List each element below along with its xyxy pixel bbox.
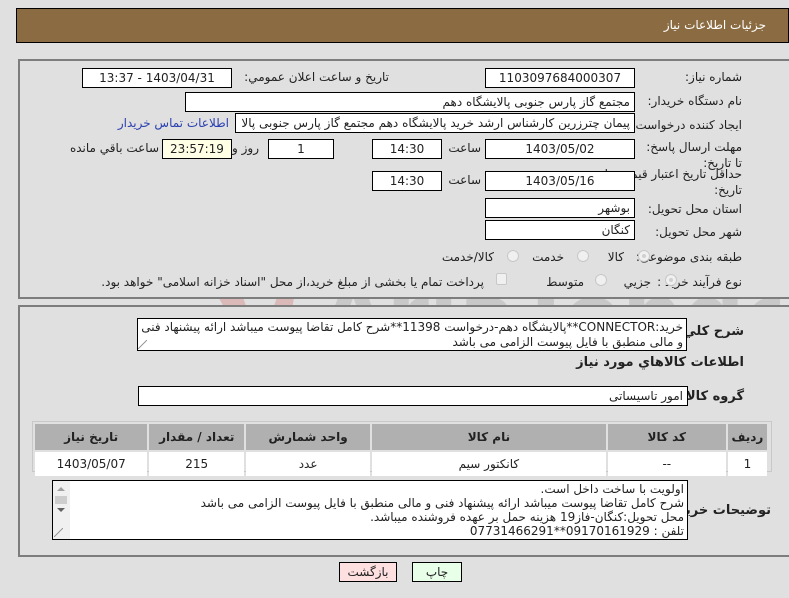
province-label: استان محل تحويل:	[647, 202, 742, 216]
scroll-down-icon[interactable]	[57, 508, 65, 512]
col-name: نام کالا	[372, 424, 606, 450]
scroll-thumb[interactable]	[55, 496, 67, 504]
page-header: جزئیات اطلاعات نیاز	[16, 8, 789, 43]
col-qty: تعداد / مقدار	[149, 424, 245, 450]
buyer-contact-link[interactable]: اطلاعات تماس خریدار	[118, 116, 229, 130]
page-title: جزئیات اطلاعات نیاز	[663, 18, 766, 32]
price-validity-date-field[interactable]: 1403/05/16	[485, 171, 635, 191]
city-field[interactable]: کنگان	[485, 220, 635, 240]
process-radio-medium[interactable]	[595, 274, 607, 286]
table-row[interactable]: 1 -- کانکتور سیم عدد 215 1403/05/07	[35, 452, 767, 476]
col-row: رديف	[727, 424, 767, 450]
cell-qty: 215	[149, 452, 245, 476]
cell-unit: عدد	[246, 452, 371, 476]
category-radio-goods[interactable]	[638, 250, 650, 262]
remaining-days-field[interactable]: 1	[268, 139, 334, 159]
remaining-time-field: 23:57:19	[162, 139, 232, 159]
need-number-field[interactable]: 1103097684000307	[485, 68, 635, 88]
treasury-checkbox[interactable]	[496, 273, 507, 285]
remaining-time-label: ساعت باقي مانده	[69, 141, 159, 155]
col-date: تاريخ نياز	[35, 424, 148, 450]
treasury-note: پرداخت تمام يا بخشی از مبلغ خريد،از محل …	[101, 275, 484, 289]
scroll-up-icon[interactable]	[57, 487, 65, 491]
description-textarea[interactable]: خرید:CONNECTOR**پالایشگاه دهم-درخواست 11…	[137, 318, 687, 351]
category-option-goods-service: کالا/خدمت	[441, 250, 494, 264]
province-field[interactable]: بوشهر	[485, 198, 635, 218]
buyer-org-label: نام دستگاه خريدار:	[647, 94, 743, 108]
price-validity-time-field[interactable]: 14:30	[372, 171, 442, 191]
cell-code: --	[607, 452, 726, 476]
announce-datetime-field[interactable]: 1403/04/31 - 13:37	[82, 68, 232, 88]
buyer-notes-line: شرح کامل تقاضا پیوست میباشد ارائه پیشنها…	[200, 496, 684, 510]
col-code: کد کالا	[607, 424, 726, 450]
goods-table-wrapper: رديف کد کالا نام کالا واحد شمارش تعداد /…	[32, 421, 772, 476]
goods-group-field[interactable]: امور تاسیساتی	[138, 386, 688, 406]
scrollbar[interactable]	[53, 481, 70, 539]
buyer-notes-line: تلفن : 09170161929**07731466291	[469, 524, 684, 538]
cell-name: کانکتور سیم	[372, 452, 606, 476]
buyer-notes-line: محل تحویل:کنگان-فاز19 هزینه حمل بر عهده …	[370, 510, 684, 524]
process-option-partial: جزیي	[623, 275, 651, 289]
back-button[interactable]: بازگشت	[339, 562, 397, 582]
table-header-row: رديف کد کالا نام کالا واحد شمارش تعداد /…	[35, 424, 767, 450]
category-option-goods: کالا	[607, 250, 624, 264]
col-unit: واحد شمارش	[246, 424, 371, 450]
goods-section-title: اطلاعات کالاهاي مورد نياز	[576, 355, 744, 370]
goods-group-label: گروه کالا:	[680, 389, 744, 404]
days-label: روز و	[232, 141, 259, 155]
requester-field[interactable]: پیمان چترزرین کارشناس ارشد خرید پالایشگا…	[235, 113, 635, 133]
resize-handle-icon[interactable]	[138, 340, 147, 349]
category-radio-service[interactable]	[577, 250, 589, 262]
buyer-notes-textarea[interactable]: اولویت با ساخت داخل است. شرح کامل تقاضا …	[52, 480, 688, 540]
goods-table: رديف کد کالا نام کالا واحد شمارش تعداد /…	[33, 422, 769, 478]
buyer-org-field[interactable]: مجتمع گاز پارس جنوبی پالایشگاه دهم	[185, 92, 635, 112]
cell-date: 1403/05/07	[35, 452, 148, 476]
reply-deadline-time-label: ساعت	[448, 141, 481, 155]
city-label: شهر محل تحويل:	[655, 225, 742, 239]
print-button[interactable]: چاپ	[412, 562, 462, 582]
process-radio-partial[interactable]	[665, 274, 677, 286]
price-validity-time-label: ساعت	[448, 173, 481, 187]
reply-deadline-date-field[interactable]: 1403/05/02	[485, 139, 635, 159]
announce-datetime-label: تاریخ و ساعت اعلان عمومي:	[244, 70, 389, 84]
category-radio-goods-service[interactable]	[507, 250, 519, 262]
process-option-medium: متوسط	[546, 275, 584, 289]
reply-deadline-time-field[interactable]: 14:30	[372, 139, 442, 159]
buyer-notes-line: اولویت با ساخت داخل است.	[540, 482, 684, 496]
requester-label: ايجاد کننده درخواست:	[631, 118, 742, 132]
need-number-label: شماره نیاز:	[685, 70, 742, 84]
cell-row: 1	[727, 452, 767, 476]
category-label: طبقه بندی موضوعی:	[635, 250, 742, 264]
resize-handle-icon[interactable]	[54, 528, 63, 537]
category-option-service: خدمت	[532, 250, 564, 264]
